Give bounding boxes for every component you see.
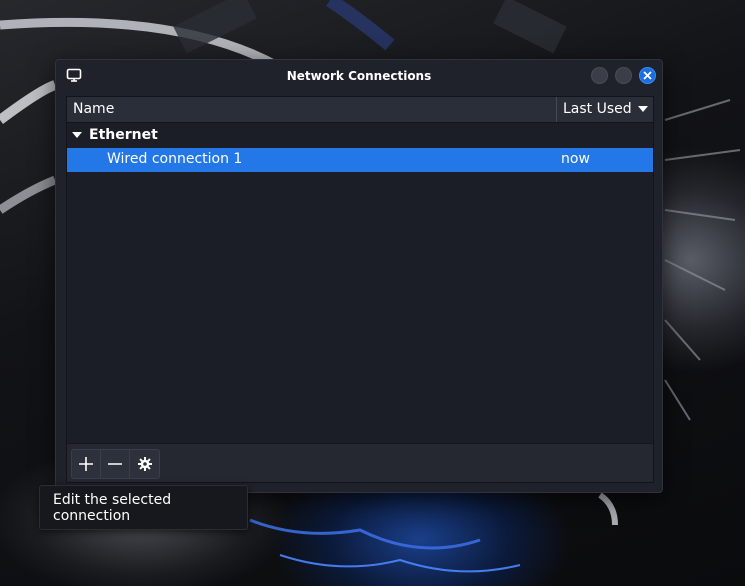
gear-icon (137, 457, 152, 471)
tooltip-text: Edit the selected connection (53, 491, 172, 524)
column-header-last-used-label: Last Used (563, 101, 632, 117)
group-row-ethernet[interactable]: Ethernet (67, 123, 653, 147)
tooltip: Edit the selected connection (39, 485, 248, 530)
connections-list[interactable]: Name Last Used Ethernet Wired connection… (66, 96, 654, 483)
group-label: Ethernet (89, 127, 158, 143)
connection-name: Wired connection 1 (107, 151, 243, 167)
column-divider (556, 97, 557, 122)
title-bar[interactable]: Network Connections (56, 60, 662, 91)
sort-down-icon (637, 106, 648, 112)
list-header: Name Last Used (67, 97, 653, 123)
connection-row[interactable]: Wired connection 1 now (67, 148, 653, 172)
add-connection-button[interactable] (72, 450, 101, 478)
maximize-button[interactable] (615, 67, 632, 84)
edit-connection-button[interactable] (130, 450, 159, 478)
expand-arrow-icon[interactable] (72, 132, 82, 138)
close-button[interactable] (639, 67, 656, 84)
network-connections-window: Network Connections Name Last Used Ether… (55, 59, 663, 493)
column-header-name[interactable]: Name (73, 101, 114, 117)
window-title: Network Connections (286, 68, 432, 83)
list-toolbar (67, 443, 653, 482)
toolbar-button-group (71, 449, 160, 479)
connection-last-used: now (561, 151, 590, 167)
close-icon (643, 71, 652, 80)
monitor-icon (66, 68, 82, 82)
add-icon (79, 457, 93, 471)
minimize-button[interactable] (591, 67, 608, 84)
remove-connection-button[interactable] (101, 450, 130, 478)
remove-icon (108, 463, 122, 465)
column-header-last-used[interactable]: Last Used (563, 101, 648, 117)
